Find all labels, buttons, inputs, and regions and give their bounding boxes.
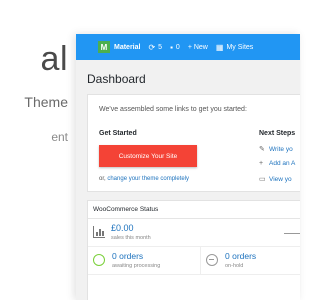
change-theme-text: or, change your theme completely: [99, 176, 189, 182]
menu-icon[interactable]: [80, 34, 90, 60]
new-label: + New: [187, 43, 208, 51]
orders-row: 0 orders awaiting processing 0 orders on…: [88, 247, 300, 275]
sales-this-month[interactable]: £0.00 sales this month: [88, 219, 300, 247]
my-sites-label: My Sites: [226, 43, 254, 51]
updates-link[interactable]: ⟳ 5: [144, 34, 166, 60]
next-step-label: Write yo: [269, 145, 293, 153]
chart-icon: [93, 226, 105, 238]
sales-sparkline: [284, 233, 300, 234]
orders-awaiting-processing[interactable]: 0 orders awaiting processing: [88, 247, 200, 275]
on-hold-icon: [206, 254, 218, 266]
welcome-intro: We've assembled some links to get you st…: [99, 106, 247, 113]
order-count: 0 orders: [112, 251, 144, 261]
orders-on-hold[interactable]: 0 orders on-hold: [200, 247, 300, 275]
sales-amount: £0.00: [111, 223, 134, 233]
widget-title: WooCommerce Status: [88, 201, 300, 219]
get-started-heading: Get Started: [99, 130, 137, 137]
order-label: awaiting processing: [112, 263, 161, 269]
next-steps-heading: Next Steps: [259, 130, 296, 137]
promo-title: al: [40, 40, 68, 78]
next-step-label: Add an A: [269, 160, 296, 167]
promo-subtitle: Theme: [24, 94, 68, 110]
plus-icon: +: [259, 160, 264, 167]
new-content-link[interactable]: + New: [184, 34, 212, 60]
order-label: on-hold: [225, 263, 244, 269]
edit-icon: ✎: [259, 146, 265, 153]
comments-count: 0: [175, 43, 180, 51]
page-title: Dashboard: [87, 72, 146, 86]
promo-panel: al Theme ent: [0, 0, 76, 300]
admin-bar: M Material ⟳ 5 ▪ 0 + New ▦ My Sites: [76, 34, 300, 60]
customize-site-button[interactable]: Customize Your Site: [99, 145, 197, 167]
next-step-label: View yo: [269, 175, 292, 183]
promo-small-text: ent: [51, 130, 68, 144]
site-logo-icon: M: [98, 41, 110, 53]
processing-icon: [93, 254, 105, 266]
sales-label: sales this month: [111, 235, 151, 241]
dashboard-content: Dashboard We've assembled some links to …: [76, 60, 300, 300]
next-step-view[interactable]: ▭ View yo: [259, 175, 292, 184]
site-home-link[interactable]: M Material: [94, 34, 144, 60]
view-icon: ▭: [259, 176, 266, 183]
comments-link[interactable]: ▪ 0: [166, 34, 184, 60]
admin-screenshot: M Material ⟳ 5 ▪ 0 + New ▦ My Sites Dash…: [76, 34, 300, 300]
welcome-panel: We've assembled some links to get you st…: [87, 94, 300, 192]
woocommerce-status-widget: WooCommerce Status £0.00 sales this mont…: [87, 200, 300, 300]
updates-count: 5: [158, 43, 163, 51]
change-theme-link[interactable]: change your theme completely: [107, 176, 189, 182]
updates-icon: ⟳: [148, 42, 156, 52]
sites-icon: ▦: [215, 42, 224, 52]
my-sites-link[interactable]: ▦ My Sites: [212, 34, 257, 60]
next-step-add[interactable]: + Add an A: [259, 160, 295, 167]
comment-icon: ▪: [170, 42, 173, 52]
site-name: Material: [114, 43, 141, 51]
next-step-write[interactable]: ✎ Write yo: [259, 145, 293, 154]
order-count: 0 orders: [225, 251, 257, 261]
